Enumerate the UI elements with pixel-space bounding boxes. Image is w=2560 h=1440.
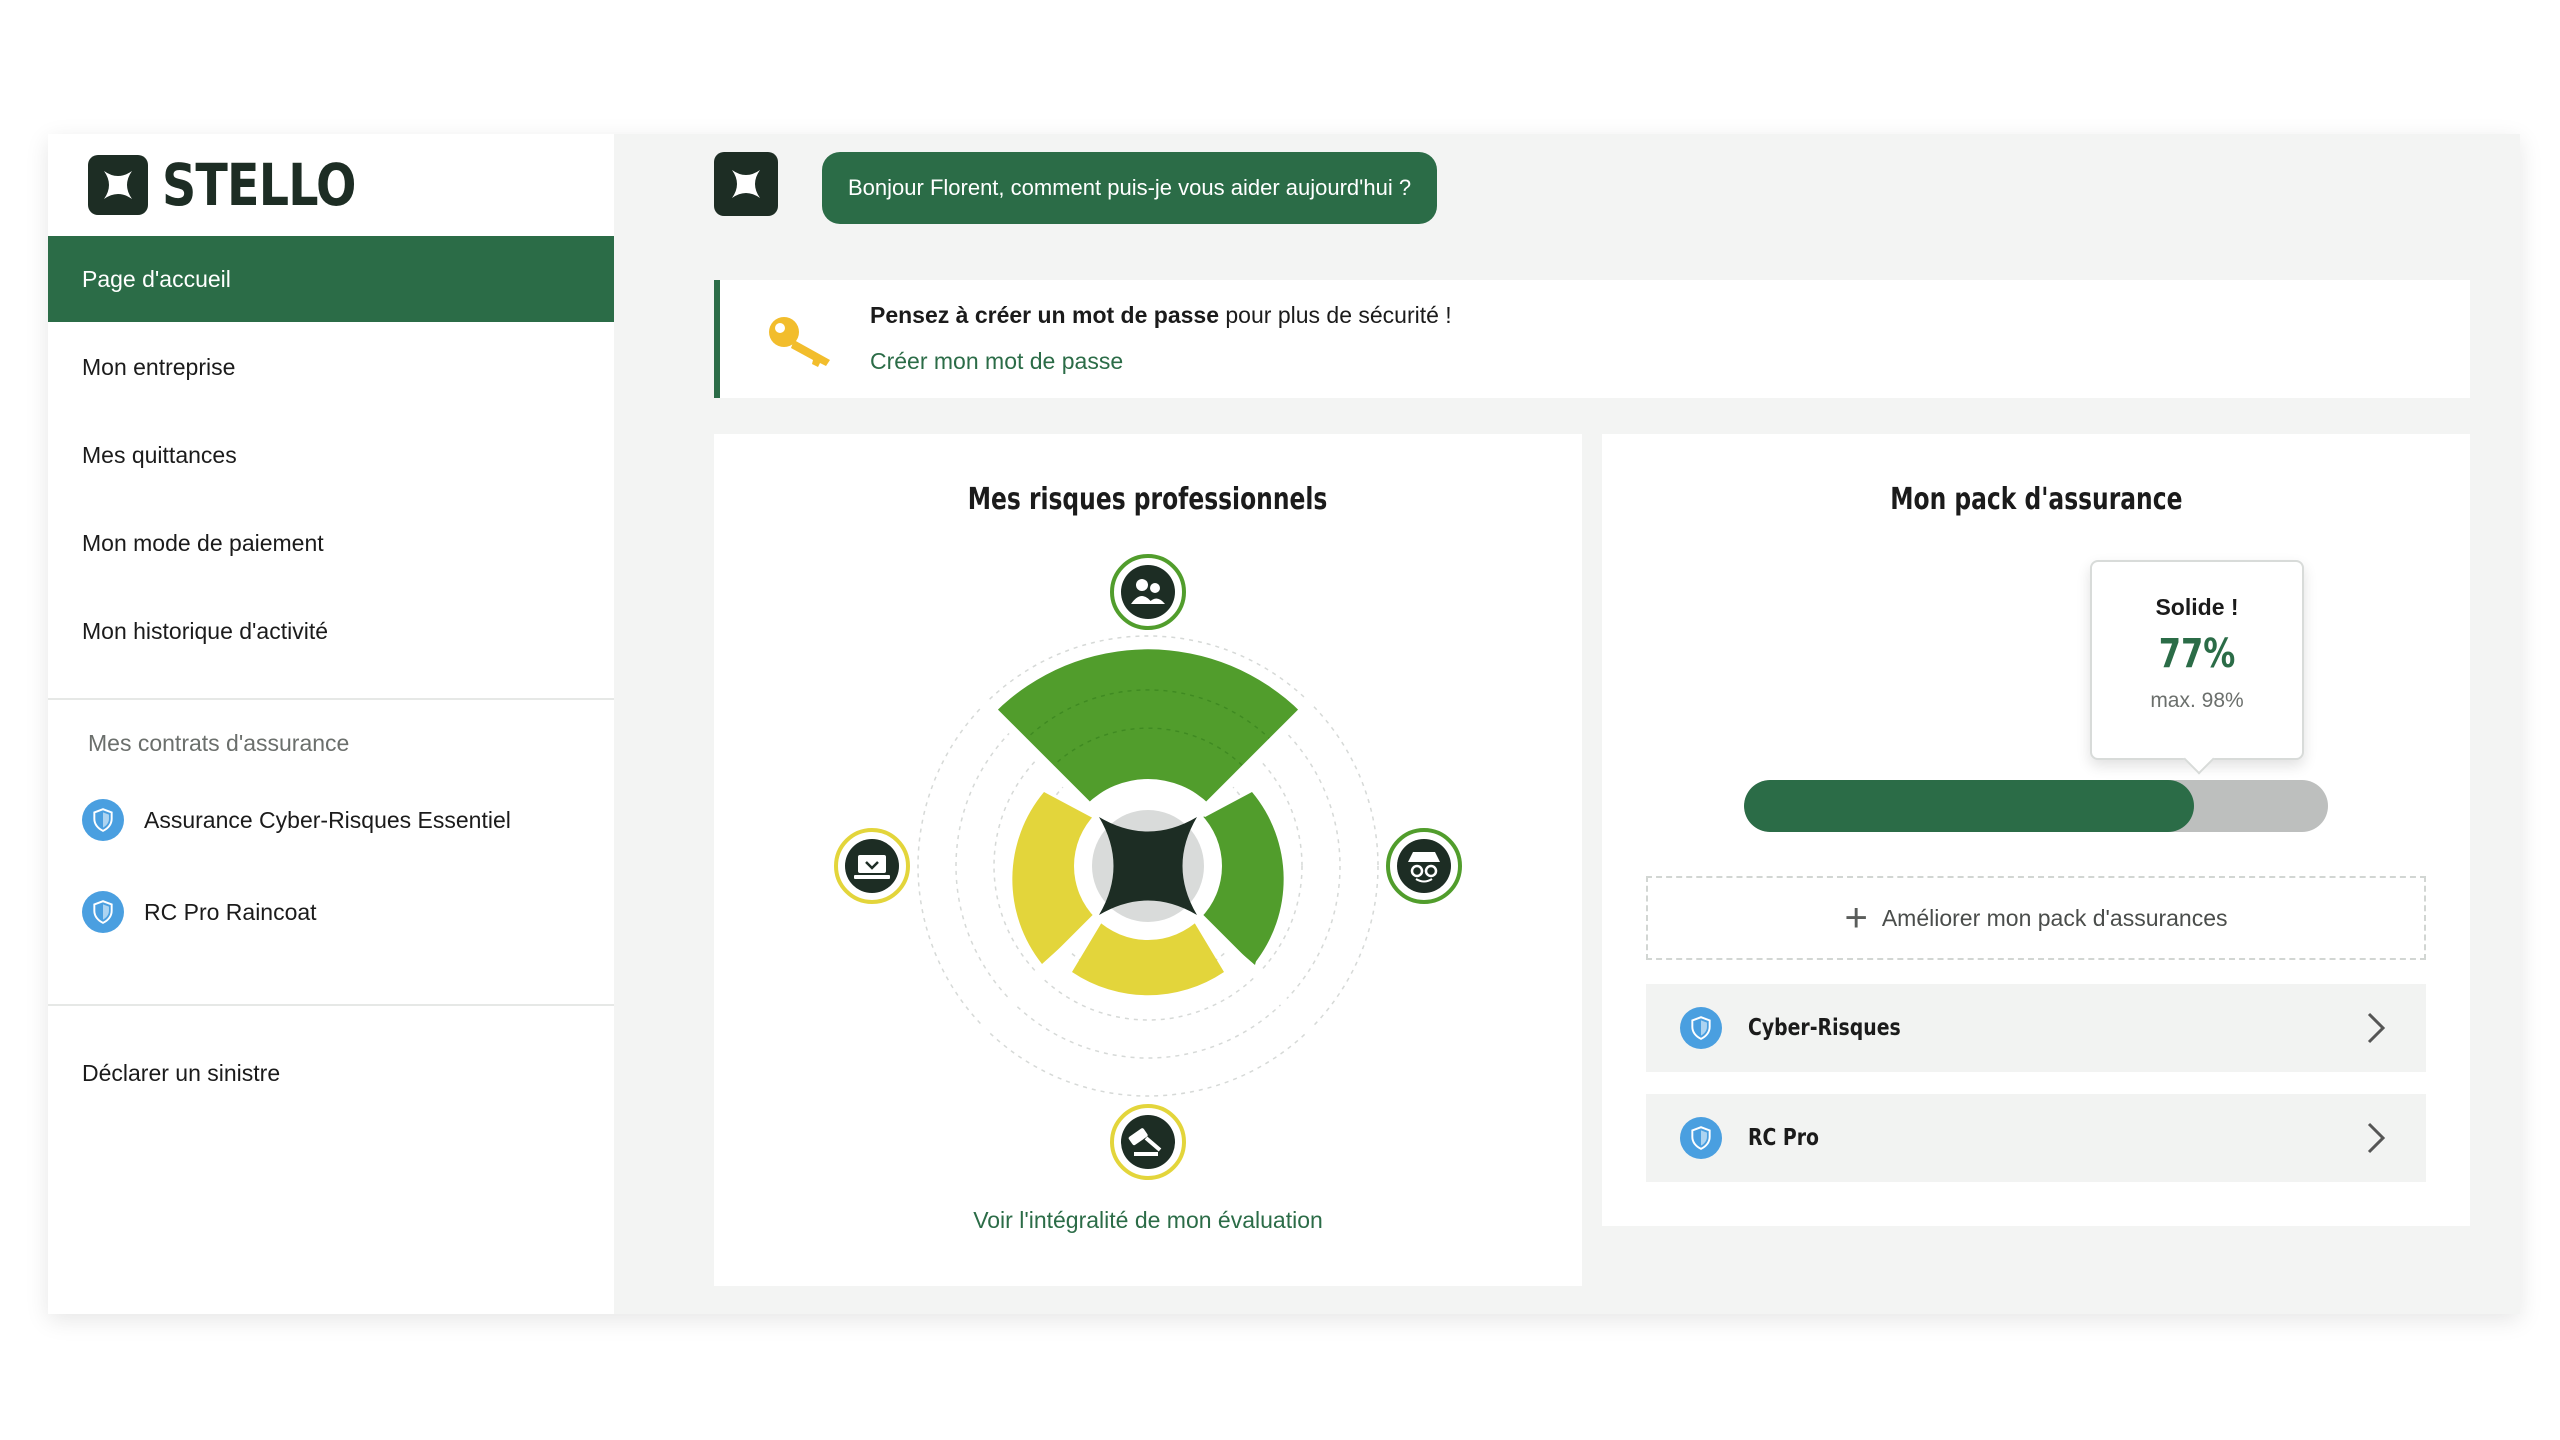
hacker-icon xyxy=(1386,828,1462,904)
upgrade-pack-button[interactable]: + Améliorer mon pack d'assurances xyxy=(1646,876,2426,960)
pack-max-value: max. 98% xyxy=(2150,689,2244,712)
shield-icon xyxy=(1680,1007,1722,1049)
sidebar-item-home[interactable]: Page d'accueil xyxy=(48,236,614,322)
plus-icon: + xyxy=(1844,896,1868,940)
banner-message-rest: pour plus de sécurité ! xyxy=(1219,302,1452,328)
shield-icon xyxy=(82,891,124,933)
assistant-greeting-bubble[interactable]: Bonjour Florent, comment puis-je vous ai… xyxy=(822,152,1438,224)
team-icon xyxy=(1110,554,1186,630)
sidebar-contract-cyber[interactable]: Assurance Cyber-Risques Essentiel xyxy=(82,798,511,842)
product-name: RC Pro xyxy=(1748,1125,1820,1151)
stello-logo-icon xyxy=(88,155,148,215)
laptop-icon xyxy=(834,828,910,904)
pack-progress-fill xyxy=(1744,780,2194,832)
pack-score-tooltip: Solide ! 77% max. 98% xyxy=(2090,560,2304,760)
key-icon xyxy=(769,317,830,367)
chevron-right-icon xyxy=(2367,1012,2386,1044)
stello-star-icon xyxy=(732,170,760,198)
sidebar-nav: Page d'accueil Mon entreprise Mes quitta… xyxy=(48,236,614,676)
app-window: STELLO Page d'accueil Mon entreprise Mes… xyxy=(48,134,2520,1314)
sidebar-divider xyxy=(48,1004,614,1006)
gavel-icon xyxy=(1110,1104,1186,1180)
risk-radar[interactable] xyxy=(714,434,1582,1286)
create-password-link[interactable]: Créer mon mot de passe xyxy=(870,348,1123,375)
stello-center-icon xyxy=(1099,817,1197,915)
password-banner: Pensez à créer un mot de passe pour plus… xyxy=(714,280,2470,398)
full-evaluation-link[interactable]: Voir l'intégralité de mon évaluation xyxy=(714,1207,1582,1234)
risks-card: Mes risques professionnels Voir l'intégr… xyxy=(714,434,1582,1286)
contract-label: RC Pro Raincoat xyxy=(144,898,317,925)
contracts-section-title: Mes contrats d'assurance xyxy=(88,730,350,756)
sidebar-item-history[interactable]: Mon historique d'activité xyxy=(48,588,614,674)
shield-icon xyxy=(1680,1117,1722,1159)
contract-label: Assurance Cyber-Risques Essentiel xyxy=(144,806,511,833)
sidebar-item-company[interactable]: Mon entreprise xyxy=(48,324,614,410)
banner-message-bold: Pensez à créer un mot de passe xyxy=(870,302,1219,328)
assistant-avatar[interactable] xyxy=(714,152,778,216)
product-name: Cyber-Risques xyxy=(1748,1015,1901,1041)
pack-progress-bar xyxy=(1744,780,2328,832)
logo[interactable]: STELLO xyxy=(88,151,398,219)
sidebar-item-payment[interactable]: Mon mode de paiement xyxy=(48,500,614,586)
product-row-rcpro[interactable]: RC Pro xyxy=(1646,1094,2426,1182)
pack-rating-label: Solide ! xyxy=(2155,594,2239,620)
banner-message: Pensez à créer un mot de passe pour plus… xyxy=(870,302,1452,329)
logo-text: STELLO xyxy=(162,151,356,219)
pack-score-value: 77% xyxy=(2158,631,2236,677)
pack-card: Mon pack d'assurance Solide ! 77% max. 9… xyxy=(1602,434,2470,1226)
pack-card-title: Mon pack d'assurance xyxy=(1889,482,2183,517)
sidebar-contract-rcpro[interactable]: RC Pro Raincoat xyxy=(82,890,317,934)
upgrade-pack-label: Améliorer mon pack d'assurances xyxy=(1881,904,2228,931)
sidebar-item-receipts[interactable]: Mes quittances xyxy=(48,412,614,498)
declare-claim-link[interactable]: Déclarer un sinistre xyxy=(82,1060,280,1087)
sidebar: STELLO Page d'accueil Mon entreprise Mes… xyxy=(48,134,614,1314)
shield-icon xyxy=(82,799,124,841)
sidebar-divider xyxy=(48,698,614,700)
product-row-cyber[interactable]: Cyber-Risques xyxy=(1646,984,2426,1072)
chevron-right-icon xyxy=(2367,1122,2386,1154)
